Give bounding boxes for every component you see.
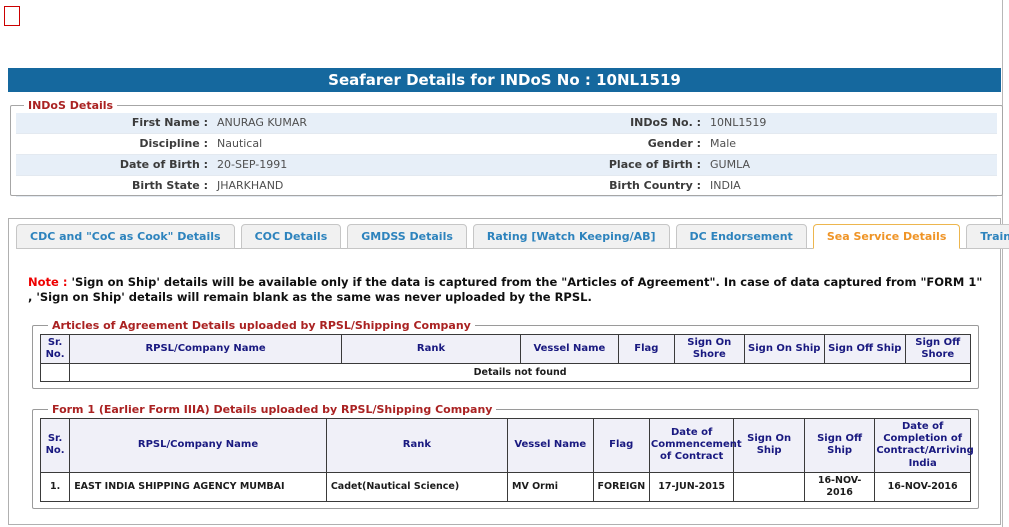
tab-cdc-coc-as-cook-details[interactable]: CDC and "CoC as Cook" Details (16, 224, 235, 249)
field-value: 10NL1519 (710, 116, 767, 129)
tab-training-details[interactable]: Training Details (966, 224, 1009, 249)
table-header-row: Sr. No. RPSL/Company Name Rank Vessel Name F… (39, 333, 972, 365)
note-body: 'Sign on Ship' details will be available… (28, 275, 983, 305)
column-header: Vessel Name (520, 333, 619, 365)
column-header: RPSL/Company Name (69, 333, 342, 365)
tab-strip: CDC and "CoC as Cook" Details COC Details… (16, 222, 1009, 249)
indos-details-table: First Name : ANURAG KUMAR INDoS No. : 10NL1… (16, 113, 997, 197)
cell: 17-JUN-2015 (648, 471, 735, 502)
column-header: RPSL/Company Name (69, 418, 327, 473)
sea-service-row: 1. EAST INDIA SHIPPING AGENCY MUMBAI Cadet… (39, 471, 971, 502)
tab-coc-details[interactable]: COC Details (240, 224, 342, 249)
empty-cell (39, 363, 71, 383)
indos-details-fieldset: INDoS Details First Name : ANURAG KUMAR IN… (10, 99, 1003, 197)
column-header: Sign Off Shore (904, 333, 972, 365)
field-value: INDIA (710, 179, 741, 192)
field-value: 20-SEP-1991 (217, 158, 288, 171)
tab-rating-watch-keeping-ab[interactable]: Rating [Watch Keeping/AB] (472, 224, 670, 249)
field-label: Place of Birth : (608, 158, 701, 171)
column-header: Rank (340, 333, 522, 365)
form1-legend: Form 1 (Earlier Form IIIA) Details uploa… (52, 403, 493, 416)
tab-sea-service-details[interactable]: Sea Service Details (812, 224, 961, 249)
field-value: ANURAG KUMAR (217, 116, 307, 129)
articles-of-agreement-legend: Articles of Agreement Details uploaded b… (52, 319, 471, 332)
indos-details-legend: INDoS Details (28, 99, 114, 112)
page: Seafarer Details for INDoS No : 10NL1519… (0, 0, 1009, 527)
column-header: Flag (592, 418, 650, 473)
form1-table: Sr. No. RPSL/Company Name Rank Vessel Name F… (39, 418, 974, 502)
field-value: JHARKHAND (217, 179, 284, 192)
column-header: Sign Off Ship (803, 418, 876, 473)
tab-gmdss-details[interactable]: GMDSS Details (347, 224, 467, 249)
field-label: Birth Country : (609, 179, 701, 192)
column-header: Sign On Ship (743, 333, 826, 365)
field-label: INDoS No. : (630, 116, 701, 129)
note-label: Note : (28, 275, 68, 289)
broken-image-icon (4, 6, 20, 26)
column-header: Flag (617, 333, 676, 365)
field-label: Date of Birth : (119, 158, 208, 171)
column-header: Sign Off Ship (824, 333, 906, 365)
field-label: Birth State : (131, 179, 208, 192)
field-label: First Name : (131, 116, 208, 129)
articles-of-agreement-fieldset: Articles of Agreement Details uploaded b… (32, 319, 979, 390)
cell: 16-NOV-2016 (874, 471, 971, 502)
column-header: Sign On Shore (674, 333, 745, 365)
column-header: Sr. No. (39, 333, 71, 365)
field-label: Gender : (647, 137, 701, 150)
tab-content-panel: CDC and "CoC as Cook" Details COC Details… (8, 218, 1009, 525)
field-value: Male (710, 137, 737, 150)
cell: FOREIGN (592, 471, 650, 502)
field-label: Discipline : (139, 137, 208, 150)
column-header: Date of Commencement of Contract (648, 418, 742, 473)
column-header: Sr. No. (39, 418, 71, 473)
empty-message-row: Details not found (39, 363, 971, 383)
articles-of-agreement-table: Sr. No. RPSL/Company Name Rank Vessel Name F… (39, 333, 972, 383)
field-value: GUMLA (710, 158, 750, 171)
page-title: Seafarer Details for INDoS No : 10NL1519 (8, 68, 1001, 92)
cell: 16-NOV-2016 (803, 471, 876, 502)
column-header: Date of Completion of Contract/Arriving … (874, 418, 974, 473)
indos-detail-row: First Name : ANURAG KUMAR INDoS No. : 10NL1… (16, 113, 997, 134)
cell (733, 471, 805, 502)
page-right-border (1002, 0, 1003, 527)
column-header: Vessel Name (506, 418, 594, 473)
column-header: Sign On Ship (733, 418, 805, 473)
indos-detail-row: Birth State : JHARKHAND Birth Country : IND… (16, 176, 997, 197)
field-value: Nautical (217, 137, 263, 150)
tab-dc-endorsement[interactable]: DC Endorsement (675, 224, 807, 249)
cell: MV Ormi (506, 471, 594, 502)
cell: EAST INDIA SHIPPING AGENCY MUMBAI (69, 471, 327, 502)
indos-detail-row: Date of Birth : 20-SEP-1991 Place of Birth… (16, 155, 997, 176)
note: Note : 'Sign on Ship' details will be ava… (28, 275, 990, 305)
cell: Cadet(Nautical Science) (325, 471, 508, 502)
cell: 1. (39, 471, 71, 502)
table-header-row: Sr. No. RPSL/Company Name Rank Vessel Name F… (39, 418, 974, 473)
form1-fieldset: Form 1 (Earlier Form IIIA) Details uploa… (32, 403, 979, 509)
details-not-found-message: Details not found (69, 363, 971, 383)
indos-detail-row: Discipline : Nautical Gender : Male (16, 134, 997, 155)
column-header: Rank (325, 418, 508, 473)
